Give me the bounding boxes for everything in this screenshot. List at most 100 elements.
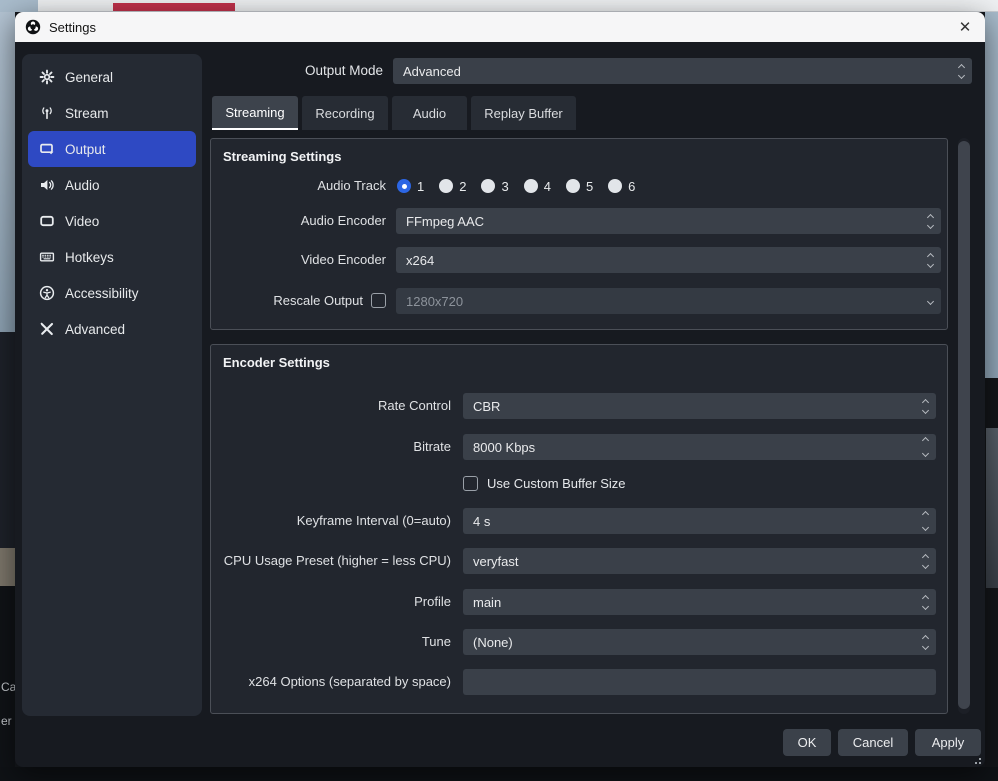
keyboard-icon (38, 249, 55, 266)
profile-value: main (473, 595, 501, 610)
button-label: Apply (932, 735, 965, 750)
cpu-preset-value: veryfast (473, 554, 519, 569)
panel-title: Encoder Settings (223, 355, 330, 370)
sidebar-item-hotkeys[interactable]: Hotkeys (28, 239, 196, 275)
cpu-preset-label: CPU Usage Preset (higher = less CPU) (211, 548, 451, 574)
chevron-down-icon (928, 288, 933, 314)
audio-track-option-3[interactable]: 3 (481, 179, 508, 194)
sidebar-item-label: Hotkeys (65, 250, 114, 265)
radio-label: 5 (586, 179, 593, 194)
tab-replay-buffer[interactable]: Replay Buffer (471, 96, 576, 130)
rescale-resolution-combo[interactable]: 1280x720 (396, 288, 941, 314)
audio-track-option-2[interactable]: 2 (439, 179, 466, 194)
rate-control-label: Rate Control (211, 393, 451, 419)
dialog-title: Settings (49, 20, 96, 35)
audio-track-option-4[interactable]: 4 (524, 179, 551, 194)
radio-label: 3 (501, 179, 508, 194)
titlebar[interactable]: Settings ✕ (15, 12, 985, 42)
sidebar-item-label: Audio (65, 178, 100, 193)
chevron-updown-icon (928, 208, 933, 234)
cpu-preset-select[interactable]: veryfast (463, 548, 936, 574)
audio-track-option-5[interactable]: 5 (566, 179, 593, 194)
audio-encoder-select[interactable]: FFmpeg AAC (396, 208, 941, 234)
rate-control-select[interactable]: CBR (463, 393, 936, 419)
sidebar-item-label: General (65, 70, 113, 85)
apply-button[interactable]: Apply (915, 729, 981, 756)
resize-grip-icon[interactable] (971, 754, 981, 764)
chevron-updown-icon (923, 548, 928, 574)
output-mode-value: Advanced (403, 64, 461, 79)
radio-icon[interactable] (481, 179, 495, 193)
tune-label: Tune (211, 629, 451, 655)
spinner-arrows-icon[interactable] (923, 434, 928, 460)
ok-button[interactable]: OK (783, 729, 831, 756)
sidebar-item-general[interactable]: General (28, 59, 196, 95)
broadcast-icon (38, 105, 55, 122)
screen: Ca er Settings ✕ Gen (0, 0, 998, 781)
close-icon[interactable]: ✕ (951, 12, 979, 42)
chevron-updown-icon (923, 589, 928, 615)
bitrate-value: 8000 Kbps (473, 440, 535, 455)
x264-options-label: x264 Options (separated by space) (211, 669, 451, 695)
settings-dialog: Settings ✕ General (15, 12, 985, 767)
gear-icon (38, 69, 55, 86)
scrollbar-thumb[interactable] (958, 141, 970, 709)
background-right-fragment (986, 428, 998, 588)
keyframe-interval-value: 4 s (473, 514, 490, 529)
background-bottom-strip (0, 767, 998, 781)
radio-selected-icon[interactable] (397, 179, 411, 193)
cancel-button[interactable]: Cancel (838, 729, 908, 756)
desktop-sky-right (985, 12, 998, 378)
sidebar-item-stream[interactable]: Stream (28, 95, 196, 131)
rescale-output-label: Rescale Output (211, 288, 363, 314)
radio-icon[interactable] (524, 179, 538, 193)
keyframe-interval-label: Keyframe Interval (0=auto) (211, 508, 451, 534)
x264-options-input[interactable] (463, 669, 936, 695)
speaker-icon (38, 177, 55, 194)
profile-select[interactable]: main (463, 589, 936, 615)
streaming-settings-panel: Streaming Settings Audio Track 1 2 3 4 (210, 138, 948, 330)
background-left-fragment (0, 548, 15, 586)
audio-encoder-value: FFmpeg AAC (406, 214, 484, 229)
video-encoder-select[interactable]: x264 (396, 247, 941, 273)
sidebar-item-output[interactable]: Output (28, 131, 196, 167)
tune-select[interactable]: (None) (463, 629, 936, 655)
radio-label: 1 (417, 179, 424, 194)
button-label: Cancel (853, 735, 893, 750)
rate-control-value: CBR (473, 399, 500, 414)
sidebar-item-accessibility[interactable]: Accessibility (28, 275, 196, 311)
audio-track-label: Audio Track (211, 175, 386, 197)
sidebar-item-audio[interactable]: Audio (28, 167, 196, 203)
encoder-settings-panel: Encoder Settings Rate Control CBR Bitrat… (210, 344, 948, 714)
sidebar-item-advanced[interactable]: Advanced (28, 311, 196, 347)
audio-track-option-6[interactable]: 6 (608, 179, 635, 194)
rescale-output-checkbox[interactable] (371, 293, 386, 308)
radio-label: 2 (459, 179, 466, 194)
keyframe-interval-spinbox[interactable]: 4 s (463, 508, 936, 534)
radio-icon[interactable] (439, 179, 453, 193)
radio-icon[interactable] (608, 179, 622, 193)
chevron-updown-icon (923, 629, 928, 655)
tab-audio[interactable]: Audio (392, 96, 467, 130)
profile-label: Profile (211, 589, 451, 615)
tab-streaming[interactable]: Streaming (212, 96, 298, 130)
desktop-sky-left (0, 12, 15, 332)
bitrate-label: Bitrate (211, 434, 451, 460)
sidebar-item-video[interactable]: Video (28, 203, 196, 239)
audio-track-option-1[interactable]: 1 (397, 179, 424, 194)
background-left-bottom: Ca er (0, 586, 15, 781)
tab-label: Audio (413, 106, 446, 121)
tab-recording[interactable]: Recording (302, 96, 388, 130)
output-mode-select[interactable]: Advanced (393, 58, 972, 84)
bitrate-spinbox[interactable]: 8000 Kbps (463, 434, 936, 460)
button-label: OK (798, 735, 817, 750)
spinner-arrows-icon[interactable] (923, 508, 928, 534)
audio-track-radio-group: 1 2 3 4 5 6 (397, 175, 635, 197)
sidebar-item-label: Accessibility (65, 286, 139, 301)
radio-icon[interactable] (566, 179, 580, 193)
panel-title: Streaming Settings (223, 149, 341, 164)
sidebar-item-label: Output (65, 142, 106, 157)
output-mode-label: Output Mode (175, 59, 383, 83)
background-red-bar (113, 3, 235, 11)
custom-buffer-checkbox[interactable] (463, 476, 478, 491)
